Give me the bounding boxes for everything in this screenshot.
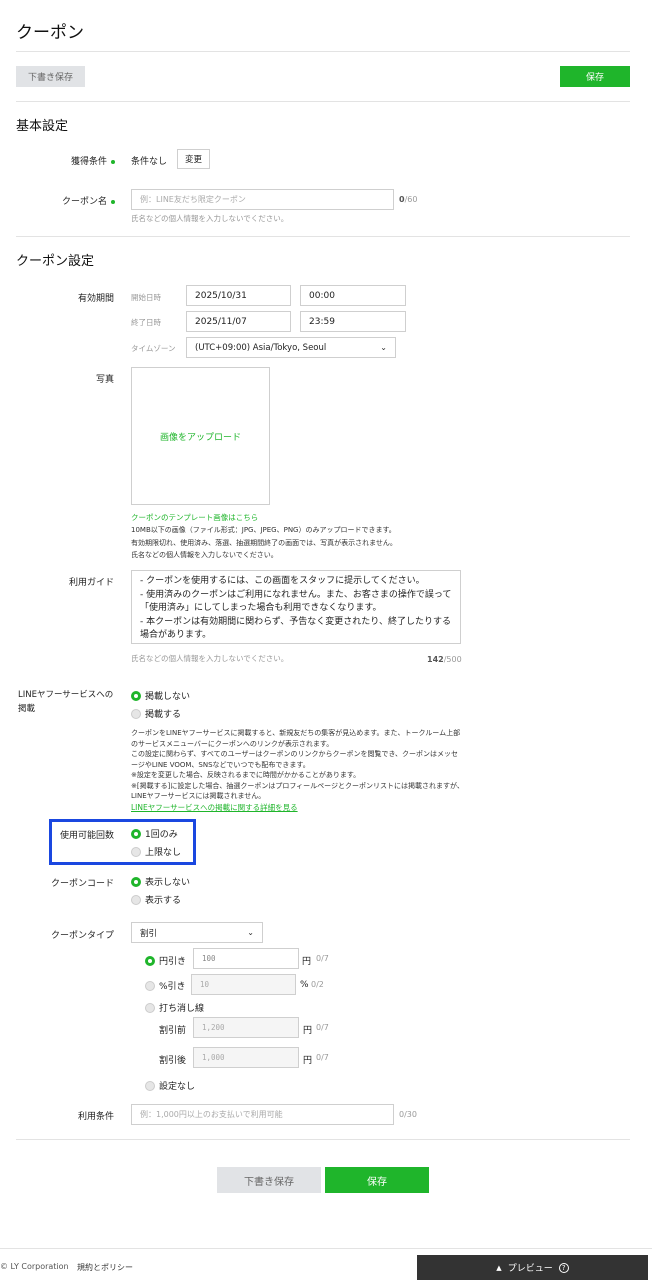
- radio-empty-icon: [131, 846, 141, 857]
- usage-guide-label: 利用ガイド: [68, 578, 114, 588]
- yahoo-option-yes[interactable]: 掲載する: [131, 707, 181, 720]
- usage-count-highlight: [49, 819, 196, 865]
- coupon-type-label: クーポンタイプ: [50, 931, 114, 941]
- radio-selected-icon: [145, 955, 155, 966]
- after-price-input[interactable]: 1,000: [193, 1047, 299, 1068]
- discount-pct-input[interactable]: 10: [191, 974, 296, 995]
- discount-yen-option[interactable]: 円引き: [145, 954, 186, 967]
- end-datetime-label: 終了日時: [131, 318, 161, 327]
- after-price-label: 割引後: [159, 1056, 187, 1066]
- acquire-condition-value: 条件なし: [131, 157, 168, 167]
- template-image-link[interactable]: クーポンのテンプレート画像はこちら: [131, 512, 258, 523]
- yahoo-note: クーポンをLINEヤフーサービスに掲載すると、新規友だちの集客が見込めます。また…: [131, 729, 464, 800]
- start-datetime-label: 開始日時: [131, 293, 161, 302]
- terms-label: 利用条件: [77, 1112, 114, 1122]
- after-price-unit: 円: [303, 1056, 313, 1066]
- radio-selected-icon: [131, 690, 141, 701]
- preview-label: プレビュー: [507, 1264, 553, 1274]
- strikethrough-option[interactable]: 打ち消し線: [145, 1001, 204, 1014]
- divider: [16, 101, 630, 102]
- coupon-code-label: クーポンコード: [50, 879, 114, 889]
- section-title-basic: 基本設定: [16, 119, 69, 134]
- radio-selected-icon: [131, 876, 141, 887]
- photo-note-1: 10MB以下の画像（ファイル形式：JPG、JPEG、PNG）のみアップロードでき…: [131, 526, 396, 534]
- divider: [16, 51, 630, 52]
- radio-empty-icon: [145, 980, 155, 991]
- discount-yen-input[interactable]: 100: [193, 948, 299, 969]
- required-dot-icon: [111, 159, 115, 164]
- discount-pct-unit: %: [300, 980, 309, 990]
- yahoo-option-no[interactable]: 掲載しない: [131, 689, 190, 702]
- timezone-label: タイムゾーン: [131, 344, 176, 353]
- valid-period-label: 有効期間: [77, 294, 114, 304]
- terms-counter: 0/30: [399, 1110, 417, 1119]
- usage-count-label: 使用可能回数: [59, 831, 114, 841]
- radio-empty-icon: [131, 894, 141, 905]
- usage-option-once[interactable]: 1回のみ: [131, 827, 178, 840]
- usage-guide-hint: 氏名などの個人情報を入力しないでください。: [131, 654, 289, 663]
- save-button[interactable]: 保存: [560, 66, 630, 87]
- chevron-down-icon: ⌄: [380, 343, 387, 352]
- before-price-label: 割引前: [159, 1026, 187, 1036]
- coupon-name-label: クーポン名: [5, 194, 115, 207]
- usage-guide-counter: 142/500: [427, 655, 462, 664]
- divider: [16, 1139, 630, 1140]
- before-price-input[interactable]: 1,200: [193, 1017, 299, 1038]
- before-price-unit: 円: [303, 1026, 313, 1036]
- photo-note-2: 有効期限切れ、使用済み、落選、抽選期間終了の画面では、写真が表示されません。: [131, 539, 397, 547]
- acquire-condition-label: 獲得条件: [5, 154, 115, 167]
- copyright: © LY Corporation: [0, 1262, 69, 1271]
- timezone-select[interactable]: (UTC+09:00) Asia/Tokyo, Seoul ⌄: [186, 337, 396, 358]
- usage-option-unlimited[interactable]: 上限なし: [131, 845, 181, 858]
- coupon-name-counter: 0/60: [399, 195, 418, 204]
- footer-divider: [0, 1248, 652, 1249]
- terms-input[interactable]: 例：1,000円以上のお支払いで利用可能: [131, 1104, 394, 1125]
- yahoo-listing-label: LINEヤフーサービスへの 掲載: [18, 690, 114, 714]
- terms-policy-link[interactable]: 規約とポリシー: [77, 1262, 133, 1273]
- no-setting-option[interactable]: 設定なし: [145, 1079, 195, 1092]
- radio-empty-icon: [145, 1080, 155, 1091]
- page-title: クーポン: [16, 23, 84, 43]
- coupon-type-value: 割引: [140, 928, 158, 939]
- change-condition-button[interactable]: 変更: [177, 149, 210, 169]
- code-option-hide[interactable]: 表示しない: [131, 875, 190, 888]
- radio-selected-icon: [131, 828, 141, 839]
- divider: [16, 236, 630, 237]
- section-title-coupon: クーポン設定: [16, 254, 95, 269]
- start-time-input[interactable]: 00:00: [300, 285, 406, 306]
- help-circle-icon: ?: [558, 1262, 569, 1273]
- discount-yen-counter: 0/7: [316, 954, 329, 963]
- before-price-counter: 0/7: [316, 1023, 329, 1032]
- bottom-draft-save-button[interactable]: 下書き保存: [217, 1167, 321, 1193]
- required-dot-icon: [111, 199, 115, 204]
- discount-pct-option[interactable]: %引き: [145, 979, 186, 992]
- start-date-input[interactable]: 2025/10/31: [186, 285, 291, 306]
- coupon-type-select[interactable]: 割引 ⌄: [131, 922, 263, 943]
- draft-save-button[interactable]: 下書き保存: [16, 66, 85, 87]
- image-upload-box[interactable]: 画像をアップロード: [131, 367, 270, 505]
- after-price-counter: 0/7: [316, 1053, 329, 1062]
- photo-note-3: 氏名などの個人情報を入力しないでください。: [131, 551, 278, 559]
- upload-image-label: 画像をアップロード: [159, 432, 241, 443]
- photo-label: 写真: [95, 375, 114, 385]
- discount-pct-counter: 0/2: [311, 980, 324, 989]
- code-option-show[interactable]: 表示する: [131, 893, 181, 906]
- end-time-input[interactable]: 23:59: [300, 311, 406, 332]
- coupon-name-input[interactable]: 例：LINE友だち限定クーポン: [131, 189, 394, 210]
- usage-guide-textarea[interactable]: - クーポンを使用するには、この画面をスタッフに提示してください。 - 使用済み…: [131, 570, 461, 644]
- timezone-value: (UTC+09:00) Asia/Tokyo, Seoul: [195, 342, 327, 353]
- coupon-name-hint: 氏名などの個人情報を入力しないでください。: [131, 214, 289, 223]
- bottom-save-button[interactable]: 保存: [325, 1167, 429, 1193]
- yahoo-details-link[interactable]: LINEヤフーサービスへの掲載に関する詳細を見る: [131, 802, 298, 813]
- discount-yen-unit: 円: [302, 957, 312, 967]
- radio-empty-icon: [145, 1002, 155, 1013]
- chevron-down-icon: ⌄: [247, 928, 254, 937]
- radio-empty-icon: [131, 708, 141, 719]
- end-date-input[interactable]: 2025/11/07: [186, 311, 291, 332]
- triangle-up-icon: ▲: [496, 1263, 502, 1272]
- preview-button[interactable]: ▲ プレビュー ?: [417, 1255, 648, 1280]
